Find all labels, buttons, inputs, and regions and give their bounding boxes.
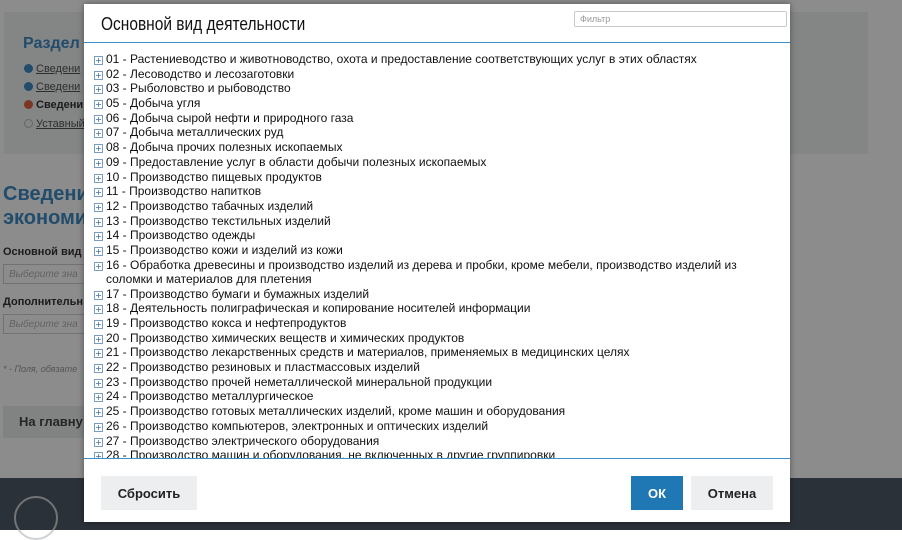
reset-button[interactable]: Сбросить (101, 476, 197, 510)
expand-plus-icon[interactable]: + (94, 378, 103, 388)
tree-item-label: 11 - Производство напитков (106, 184, 262, 199)
expand-plus-icon[interactable]: + (94, 70, 103, 80)
tree-item[interactable]: +26 - Производство компьютеров, электрон… (94, 419, 770, 434)
expand-plus-icon[interactable]: + (94, 305, 103, 315)
expand-plus-icon[interactable]: + (94, 422, 103, 432)
tree-item-label: 02 - Лесоводство и лесозаготовки (106, 66, 295, 81)
tree-item-label: 10 - Производство пищевых продуктов (106, 169, 322, 184)
expand-plus-icon[interactable]: + (94, 100, 103, 110)
tree-item-label: 01 - Растениеводство и животноводство, о… (106, 52, 697, 66)
tree-item-label: 08 - Добыча прочих полезных ископаемых (106, 140, 343, 155)
divider-bottom (84, 458, 790, 459)
expand-plus-icon[interactable]: + (94, 261, 103, 271)
expand-plus-icon[interactable]: + (94, 393, 103, 403)
tree-item[interactable]: +14 - Производство одежды (94, 228, 770, 243)
tree-item[interactable]: +15 - Производство кожи и изделий из кож… (94, 243, 770, 258)
tree-item-label: 15 - Производство кожи и изделий из кожи (106, 242, 343, 257)
tree-item-label: 18 - Деятельность полиграфическая и копи… (106, 301, 531, 316)
tree-item[interactable]: +03 - Рыболовство и рыбоводство (94, 81, 770, 96)
expand-plus-icon[interactable]: + (94, 246, 103, 256)
tree-item[interactable]: +10 - Производство пищевых продуктов (94, 170, 770, 185)
expand-plus-icon[interactable]: + (94, 217, 103, 227)
activity-dialog: Основной вид деятельности +01 - Растение… (84, 4, 790, 522)
expand-plus-icon[interactable]: + (94, 56, 103, 65)
tree-item-label: 20 - Производство химических веществ и х… (106, 330, 465, 345)
dialog-title: Основной вид деятельности (101, 14, 306, 34)
tree-item-label: 25 - Производство готовых металлических … (106, 404, 566, 419)
expand-plus-icon[interactable]: + (94, 334, 103, 344)
tree-item-label: 07 - Добыча металлических руд (106, 125, 284, 140)
tree-item[interactable]: +21 - Производство лекарственных средств… (94, 345, 770, 360)
tree-item[interactable]: +25 - Производство готовых металлических… (94, 404, 770, 419)
tree-item-label: 17 - Производство бумаги и бумажных изде… (106, 286, 370, 301)
tree-item-label: 09 - Предоставление услуг в области добы… (106, 154, 487, 169)
divider-top (84, 42, 790, 43)
activity-tree[interactable]: +01 - Растениеводство и животноводство, … (94, 52, 770, 458)
tree-item[interactable]: +22 - Производство резиновых и пластмасс… (94, 360, 770, 375)
tree-item-label: 12 - Производство табачных изделий (106, 198, 314, 213)
tree-item[interactable]: +11 - Производство напитков (94, 184, 770, 199)
tree-item[interactable]: +17 - Производство бумаги и бумажных изд… (94, 287, 770, 302)
tree-item[interactable]: +06 - Добыча сырой нефти и природного га… (94, 111, 770, 126)
tree-item[interactable]: +09 - Предоставление услуг в области доб… (94, 155, 770, 170)
expand-plus-icon[interactable]: + (94, 129, 103, 139)
tree-item-label: 05 - Добыча угля (106, 96, 201, 111)
tree-item[interactable]: +13 - Производство текстильных изделий (94, 214, 770, 229)
tree-item[interactable]: +05 - Добыча угля (94, 96, 770, 111)
expand-plus-icon[interactable]: + (94, 173, 103, 183)
tree-item-label: 23 - Производство прочей неметаллической… (106, 374, 493, 389)
expand-plus-icon[interactable]: + (94, 349, 103, 359)
expand-plus-icon[interactable]: + (94, 114, 103, 124)
tree-item[interactable]: +12 - Производство табачных изделий (94, 199, 770, 214)
tree-item[interactable]: +24 - Производство металлургическое (94, 389, 770, 404)
expand-plus-icon[interactable]: + (94, 188, 103, 198)
tree-item-label: 27 - Производство электрического оборудо… (106, 433, 380, 448)
tree-item-label: 19 - Производство кокса и нефтепродуктов (106, 316, 347, 330)
tree-item[interactable]: +20 - Производство химических веществ и … (94, 331, 770, 346)
expand-plus-icon[interactable]: + (94, 85, 103, 95)
tree-item-label: 06 - Добыча сырой нефти и природного газ… (106, 110, 354, 125)
expand-plus-icon[interactable]: + (94, 232, 103, 242)
expand-plus-icon[interactable]: + (94, 158, 103, 168)
ok-button[interactable]: ОК (631, 476, 683, 510)
tree-item[interactable]: +08 - Добыча прочих полезных ископаемых (94, 140, 770, 155)
tree-item[interactable]: +19 - Производство кокса и нефтепродукто… (94, 316, 770, 331)
tree-item[interactable]: +07 - Добыча металлических руд (94, 125, 770, 140)
filter-input[interactable] (574, 11, 787, 27)
tree-item[interactable]: +18 - Деятельность полиграфическая и коп… (94, 301, 770, 316)
expand-plus-icon[interactable]: + (94, 320, 103, 329)
expand-plus-icon[interactable]: + (94, 408, 103, 418)
tree-item[interactable]: +02 - Лесоводство и лесозаготовки (94, 67, 770, 82)
tree-item-label: 26 - Производство компьютеров, электронн… (106, 418, 489, 433)
tree-item[interactable]: +16 - Обработка древесины и производство… (94, 258, 770, 287)
expand-plus-icon[interactable]: + (94, 202, 103, 212)
tree-item-label: 24 - Производство металлургическое (106, 389, 314, 404)
tree-item[interactable]: +23 - Производство прочей неметаллическо… (94, 375, 770, 390)
tree-item-label: 14 - Производство одежды (106, 228, 256, 243)
expand-plus-icon[interactable]: + (94, 144, 103, 154)
tree-item-label: 13 - Производство текстильных изделий (106, 213, 331, 228)
tree-item-label: 16 - Обработка древесины и производство … (106, 257, 737, 286)
tree-item[interactable]: +27 - Производство электрического оборуд… (94, 434, 770, 449)
tree-item[interactable]: +28 - Производство машин и оборудования,… (94, 448, 770, 458)
tree-item-label: 21 - Производство лекарственных средств … (106, 345, 630, 360)
tree-item-label: 28 - Производство машин и оборудования, … (106, 448, 556, 458)
expand-plus-icon[interactable]: + (94, 290, 103, 300)
expand-plus-icon[interactable]: + (94, 364, 103, 374)
tree-item-label: 03 - Рыболовство и рыбоводство (106, 81, 291, 96)
expand-plus-icon[interactable]: + (94, 437, 103, 447)
cancel-button[interactable]: Отмена (691, 476, 773, 510)
tree-item-label: 22 - Производство резиновых и пластмассо… (106, 360, 420, 375)
tree-item[interactable]: +01 - Растениеводство и животноводство, … (94, 52, 770, 67)
